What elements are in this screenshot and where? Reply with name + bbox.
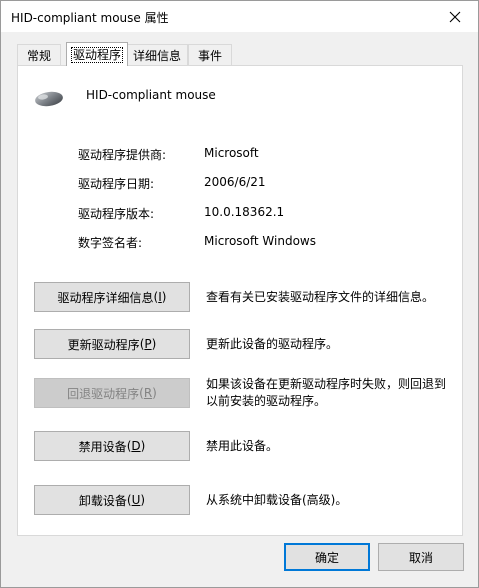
provider-value: Microsoft: [204, 146, 259, 160]
rollback-driver-description: 如果该设备在更新驱动程序时失败，则回退到以前安装的驱动程序。: [206, 377, 447, 408]
tab-events[interactable]: 事件: [188, 44, 232, 65]
version-value: 10.0.18362.1: [204, 205, 285, 219]
driver-panel: HID-compliant mouse 驱动程序提供商: Microsoft 驱…: [17, 65, 463, 536]
update-driver-button-text: 更新驱动程序: [67, 337, 140, 352]
device-name: HID-compliant mouse: [86, 88, 216, 102]
rollback-driver-accel: R: [143, 386, 153, 400]
ok-button-label: 确定: [314, 550, 339, 565]
update-driver-button[interactable]: 更新驱动程序(P): [34, 329, 190, 359]
tab-general-label: 常规: [26, 48, 51, 63]
cancel-button[interactable]: 取消: [378, 543, 464, 571]
uninstall-device-accel: U: [131, 493, 141, 507]
uninstall-device-description: 从系统中卸载设备(高级)。: [206, 493, 348, 507]
uninstall-device-button-text: 卸载设备: [78, 493, 127, 508]
update-driver-accel: P: [144, 337, 152, 351]
rollback-driver-button[interactable]: 回退驱动程序(R): [34, 378, 190, 408]
driver-details-button[interactable]: 驱动程序详细信息(I): [34, 282, 190, 312]
tab-general[interactable]: 常规: [17, 44, 61, 65]
ok-button[interactable]: 确定: [284, 543, 370, 571]
tab-details[interactable]: 详细信息: [126, 44, 188, 65]
disable-device-accel: D: [131, 439, 141, 453]
uninstall-device-button[interactable]: 卸载设备(U): [34, 485, 190, 515]
tab-details-label: 详细信息: [132, 48, 181, 63]
title-bar: HID-compliant mouse 属性: [1, 1, 478, 32]
mouse-icon: [35, 91, 63, 107]
disable-device-button[interactable]: 禁用设备(D): [34, 431, 190, 461]
tab-driver-label: 驱动程序: [70, 46, 123, 63]
tab-events-label: 事件: [197, 48, 222, 63]
provider-label: 驱动程序提供商:: [78, 148, 167, 162]
signer-value: Microsoft Windows: [204, 234, 316, 248]
tab-driver[interactable]: 驱动程序: [66, 42, 128, 66]
close-icon: [449, 11, 461, 22]
rollback-driver-button-text: 回退驱动程序: [67, 386, 140, 401]
update-driver-description: 更新此设备的驱动程序。: [206, 337, 339, 351]
driver-details-button-text: 驱动程序详细信息: [57, 290, 154, 305]
disable-device-description: 禁用此设备。: [206, 439, 279, 453]
properties-dialog: HID-compliant mouse 属性 常规 驱动程序 详细信息 事件 H…: [0, 0, 479, 588]
date-label: 驱动程序日期:: [78, 177, 155, 191]
disable-device-button-text: 禁用设备: [78, 439, 127, 454]
driver-details-description: 查看有关已安装驱动程序文件的详细信息。: [206, 290, 435, 304]
version-label: 驱动程序版本:: [78, 207, 155, 221]
close-button[interactable]: [432, 1, 478, 32]
window-title: HID-compliant mouse 属性: [11, 11, 169, 25]
driver-details-accel: I: [158, 290, 162, 304]
cancel-button-label: 取消: [408, 550, 433, 565]
signer-label: 数字签名者:: [78, 236, 143, 250]
date-value: 2006/6/21: [204, 175, 266, 189]
